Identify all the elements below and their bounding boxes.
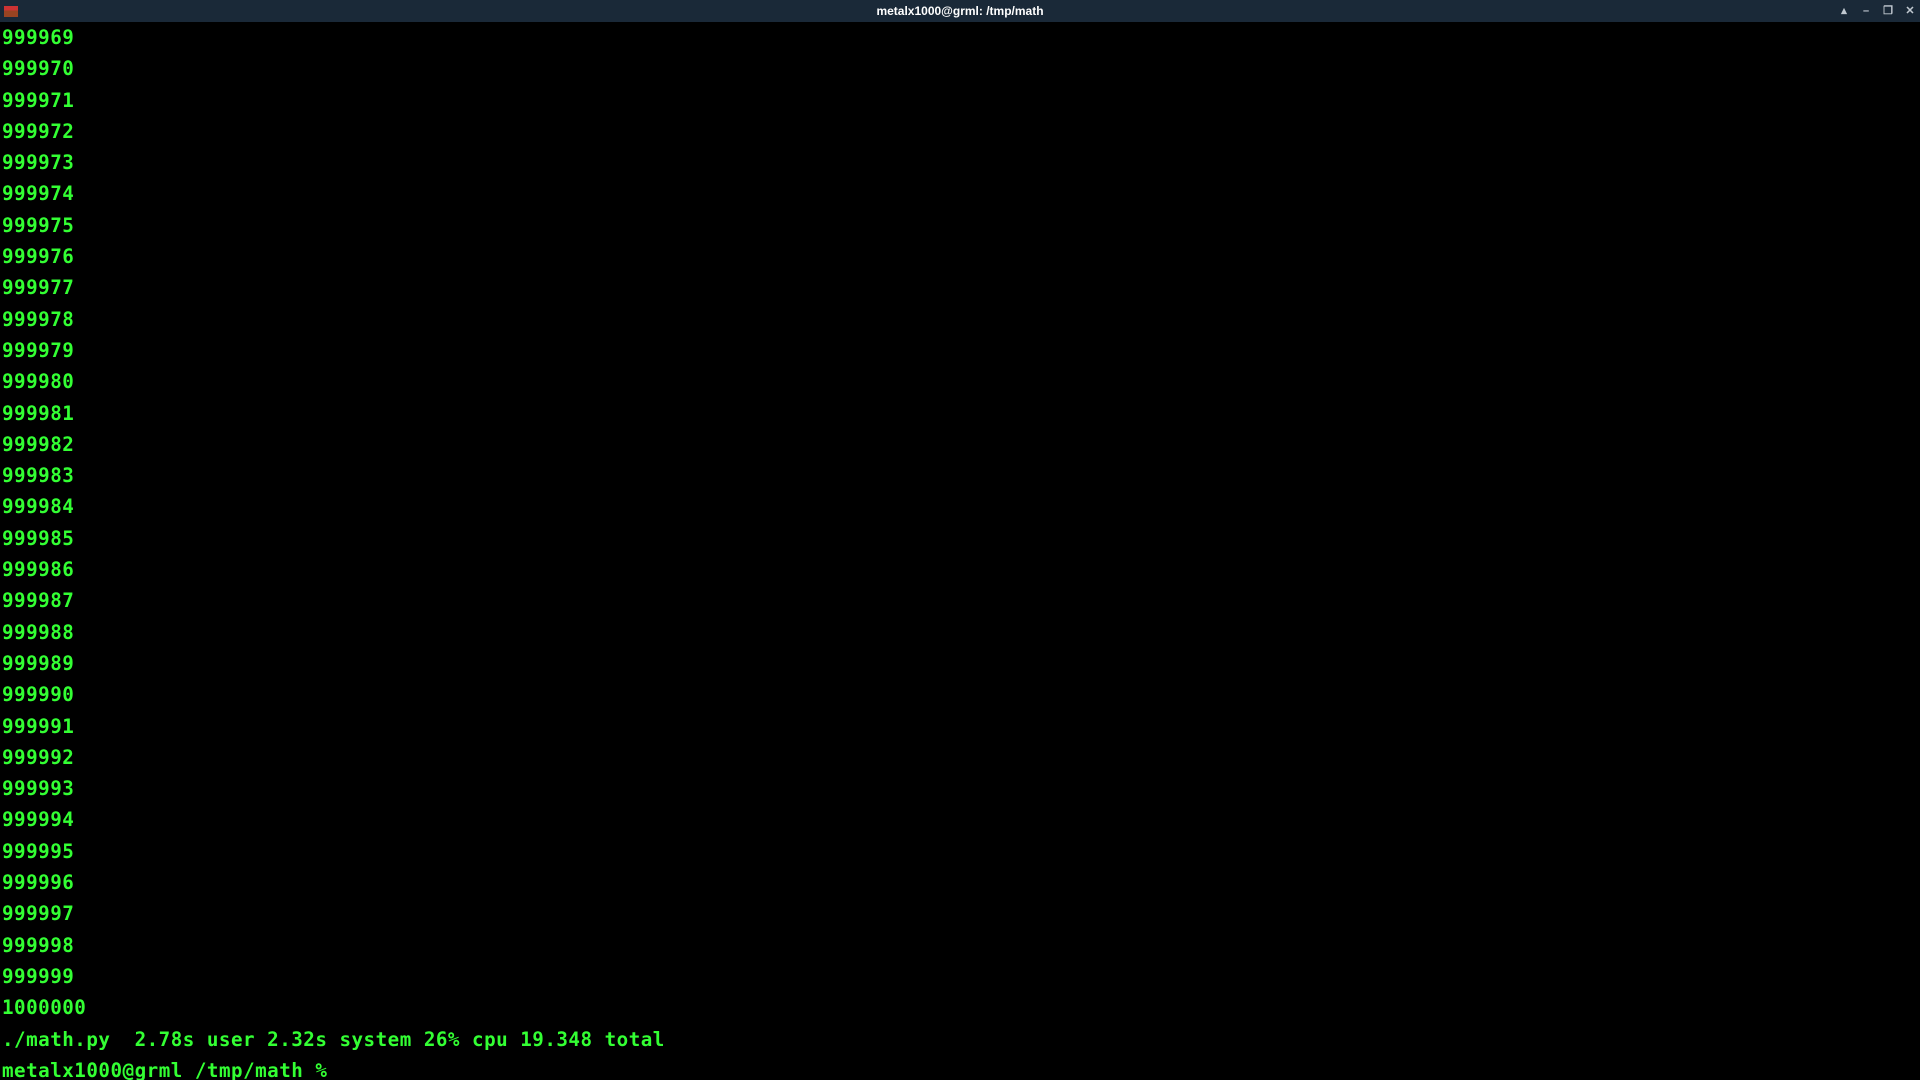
window-titlebar: metalx1000@grml: /tmp/math ▴ – ❐ ✕	[0, 0, 1920, 22]
terminal-app-icon	[4, 6, 18, 17]
output-line: 999982	[2, 429, 1918, 460]
prompt-host: grml	[135, 1059, 183, 1080]
output-line: 999984	[2, 491, 1918, 522]
output-line: 999977	[2, 272, 1918, 303]
output-line: 999994	[2, 804, 1918, 835]
output-line: 999970	[2, 53, 1918, 84]
output-line: 999972	[2, 116, 1918, 147]
output-line: 999981	[2, 398, 1918, 429]
output-line: 999989	[2, 648, 1918, 679]
output-line: 1000000	[2, 992, 1918, 1023]
prompt-path: /tmp/math	[183, 1059, 316, 1080]
output-line: 999985	[2, 523, 1918, 554]
output-line: 999991	[2, 711, 1918, 742]
output-line: 999990	[2, 679, 1918, 710]
output-line: 999979	[2, 335, 1918, 366]
titlebar-controls: ▴ – ❐ ✕	[1838, 5, 1916, 17]
output-line: 999988	[2, 617, 1918, 648]
output-line: 999993	[2, 773, 1918, 804]
output-line: 999971	[2, 85, 1918, 116]
output-line: 999980	[2, 366, 1918, 397]
output-line: 999997	[2, 898, 1918, 929]
minimize-icon[interactable]: –	[1860, 5, 1872, 17]
prompt-user: metalx1000	[2, 1059, 123, 1080]
output-line: 999986	[2, 554, 1918, 585]
prompt-line: metalx1000@grml /tmp/math %	[2, 1055, 1918, 1080]
output-line: 999978	[2, 304, 1918, 335]
shade-icon[interactable]: ▴	[1838, 5, 1850, 17]
output-line: 999969	[2, 22, 1918, 53]
output-line: 999992	[2, 742, 1918, 773]
output-line: 999998	[2, 930, 1918, 961]
output-line: 999973	[2, 147, 1918, 178]
terminal-area[interactable]: 9999699999709999719999729999739999749999…	[0, 22, 1920, 1080]
cursor	[327, 1060, 339, 1080]
titlebar-left	[4, 6, 18, 17]
output-line: 999987	[2, 585, 1918, 616]
terminal-output: 9999699999709999719999729999739999749999…	[2, 22, 1918, 1024]
close-icon[interactable]: ✕	[1904, 5, 1916, 17]
output-line: 999996	[2, 867, 1918, 898]
output-line: 999999	[2, 961, 1918, 992]
output-line: 999995	[2, 836, 1918, 867]
prompt-at: @	[123, 1059, 135, 1080]
timing-output: ./math.py 2.78s user 2.32s system 26% cp…	[2, 1024, 1918, 1055]
maximize-icon[interactable]: ❐	[1882, 5, 1894, 17]
output-line: 999976	[2, 241, 1918, 272]
prompt-symbol: %	[315, 1059, 327, 1080]
output-line: 999983	[2, 460, 1918, 491]
output-line: 999975	[2, 210, 1918, 241]
output-line: 999974	[2, 178, 1918, 209]
window-title: metalx1000@grml: /tmp/math	[876, 4, 1043, 18]
